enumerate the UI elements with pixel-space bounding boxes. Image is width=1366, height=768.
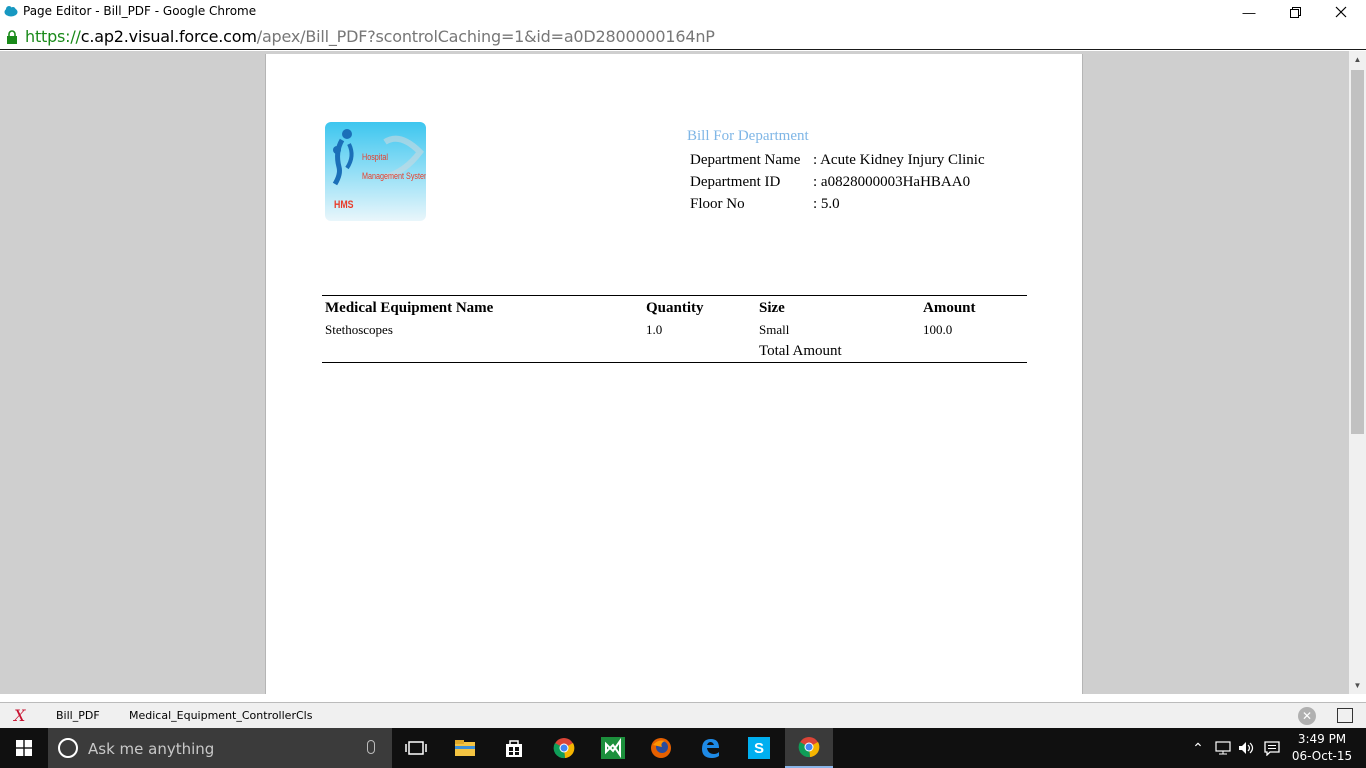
close-button[interactable] (1318, 0, 1364, 24)
dock-toggle-icon[interactable] (1337, 708, 1353, 723)
url-host: c.ap2.visual.force.com (80, 27, 257, 46)
scroll-up-arrow-icon[interactable]: ▲ (1349, 51, 1366, 68)
hms-logo: Hospital Management System HMS (325, 122, 426, 221)
search-placeholder: Ask me anything (88, 740, 215, 758)
network-icon[interactable] (1212, 728, 1234, 768)
window-title: Page Editor - Bill_PDF - Google Chrome (23, 4, 257, 18)
cell-quantity: 1.0 (646, 322, 663, 337)
restore-button[interactable] (1272, 0, 1318, 24)
total-row: Total Amount (322, 340, 1027, 362)
url-scheme: https:// (25, 27, 81, 46)
footer-tab-bill-pdf[interactable]: Bill_PDF (56, 709, 100, 722)
table-row: Stethoscopes 1.0 Small 100.0 (322, 318, 1027, 340)
header-quantity: Quantity (646, 300, 704, 316)
start-button[interactable] (0, 728, 48, 768)
firefox-button[interactable] (637, 728, 685, 768)
store-bag-icon (506, 740, 522, 757)
visual-studio-icon (601, 737, 625, 759)
chrome-taskbar-button[interactable] (540, 728, 588, 768)
system-clock[interactable]: 3:49 PM 06-Oct-15 (1290, 731, 1354, 765)
footer-tab-controller[interactable]: Medical_Equipment_ControllerCls (129, 709, 312, 722)
department-id-row: Department ID : a0828000003HaHBAA0 (687, 171, 985, 193)
windows-taskbar: Ask me anything S ⌃ 3:49 PM 06-Oct-15 (0, 728, 1366, 768)
url-path: /apex/Bill_PDF?scontrolCaching=1&id=a0D2… (256, 27, 715, 46)
task-view-icon (405, 741, 427, 755)
close-circle-icon[interactable]: ✕ (1298, 707, 1316, 725)
floor-no-row: Floor No : 5.0 (687, 193, 985, 215)
windows-logo-icon (16, 740, 32, 756)
minimize-button[interactable]: — (1226, 0, 1272, 24)
address-bar[interactable]: https://c.ap2.visual.force.com/apex/Bill… (0, 24, 1366, 50)
total-amount-label: Total Amount (759, 343, 842, 359)
pdf-viewport: Hospital Management System HMS Bill For … (0, 51, 1349, 694)
clock-time: 3:49 PM (1297, 732, 1347, 746)
department-id-label: Department ID (690, 173, 781, 190)
store-button[interactable] (490, 728, 538, 768)
vertical-scrollbar[interactable]: ▲ ▼ (1349, 51, 1366, 694)
salesforce-cloud-icon (4, 6, 18, 17)
floor-no-value: : 5.0 (813, 195, 840, 212)
chrome-icon (553, 738, 575, 759)
svg-text:S: S (754, 740, 764, 757)
action-center-icon[interactable] (1261, 728, 1283, 768)
header-size: Size (759, 300, 785, 316)
skype-button[interactable]: S (735, 728, 783, 768)
url-text[interactable]: https://c.ap2.visual.force.com/apex/Bill… (25, 27, 715, 46)
developer-footer-bar: X Bill_PDF Medical_Equipment_ControllerC… (0, 702, 1366, 728)
visual-studio-button[interactable] (589, 728, 637, 768)
bill-title: Bill For Department (687, 128, 809, 144)
floor-no-label: Floor No (690, 195, 745, 212)
scroll-down-arrow-icon[interactable]: ▼ (1349, 677, 1366, 694)
department-name-row: Department Name : Acute Kidney Injury Cl… (687, 149, 985, 171)
scroll-thumb[interactable] (1351, 70, 1364, 434)
developer-x-icon[interactable]: X (14, 706, 25, 725)
skype-icon: S (748, 737, 770, 759)
cortana-icon (58, 738, 78, 758)
logo-text-management: Management System (362, 171, 426, 181)
header-equipment-name: Medical Equipment Name (325, 300, 494, 316)
task-view-button[interactable] (392, 728, 440, 768)
cell-equipment-name: Stethoscopes (325, 322, 393, 337)
volume-icon[interactable] (1236, 728, 1258, 768)
department-id-value: : a0828000003HaHBAA0 (813, 173, 971, 190)
chrome-active-button[interactable] (785, 728, 833, 768)
microphone-icon[interactable] (367, 740, 375, 754)
restore-icon (1289, 6, 1301, 18)
edge-button[interactable] (686, 728, 734, 768)
cell-size: Small (759, 322, 790, 337)
title-bar: Page Editor - Bill_PDF - Google Chrome — (0, 0, 1366, 24)
folder-icon (455, 740, 475, 756)
table-header-row: Medical Equipment Name Quantity Size Amo… (322, 296, 1027, 318)
logo-text-hospital: Hospital (362, 152, 389, 162)
bill-header: Bill For Department Department Name : Ac… (687, 128, 985, 215)
file-explorer-button[interactable] (441, 728, 489, 768)
logo-text-hms: HMS (334, 199, 354, 211)
header-amount: Amount (923, 300, 976, 316)
pdf-page: Hospital Management System HMS Bill For … (265, 54, 1083, 694)
lock-icon (7, 30, 17, 44)
minimize-icon: — (1242, 4, 1256, 20)
cortana-search-box[interactable]: Ask me anything (48, 728, 392, 768)
edge-icon (702, 739, 719, 758)
close-icon (1335, 6, 1347, 18)
department-name-label: Department Name (690, 151, 801, 168)
clock-date: 06-Oct-15 (1291, 749, 1353, 763)
equipment-table: Medical Equipment Name Quantity Size Amo… (322, 295, 1027, 363)
show-hidden-icons-chevron-icon[interactable]: ⌃ (1188, 728, 1208, 768)
chrome-icon (798, 737, 820, 758)
firefox-icon (651, 738, 671, 758)
cell-amount: 100.0 (923, 322, 953, 337)
department-name-value: : Acute Kidney Injury Clinic (813, 151, 985, 168)
